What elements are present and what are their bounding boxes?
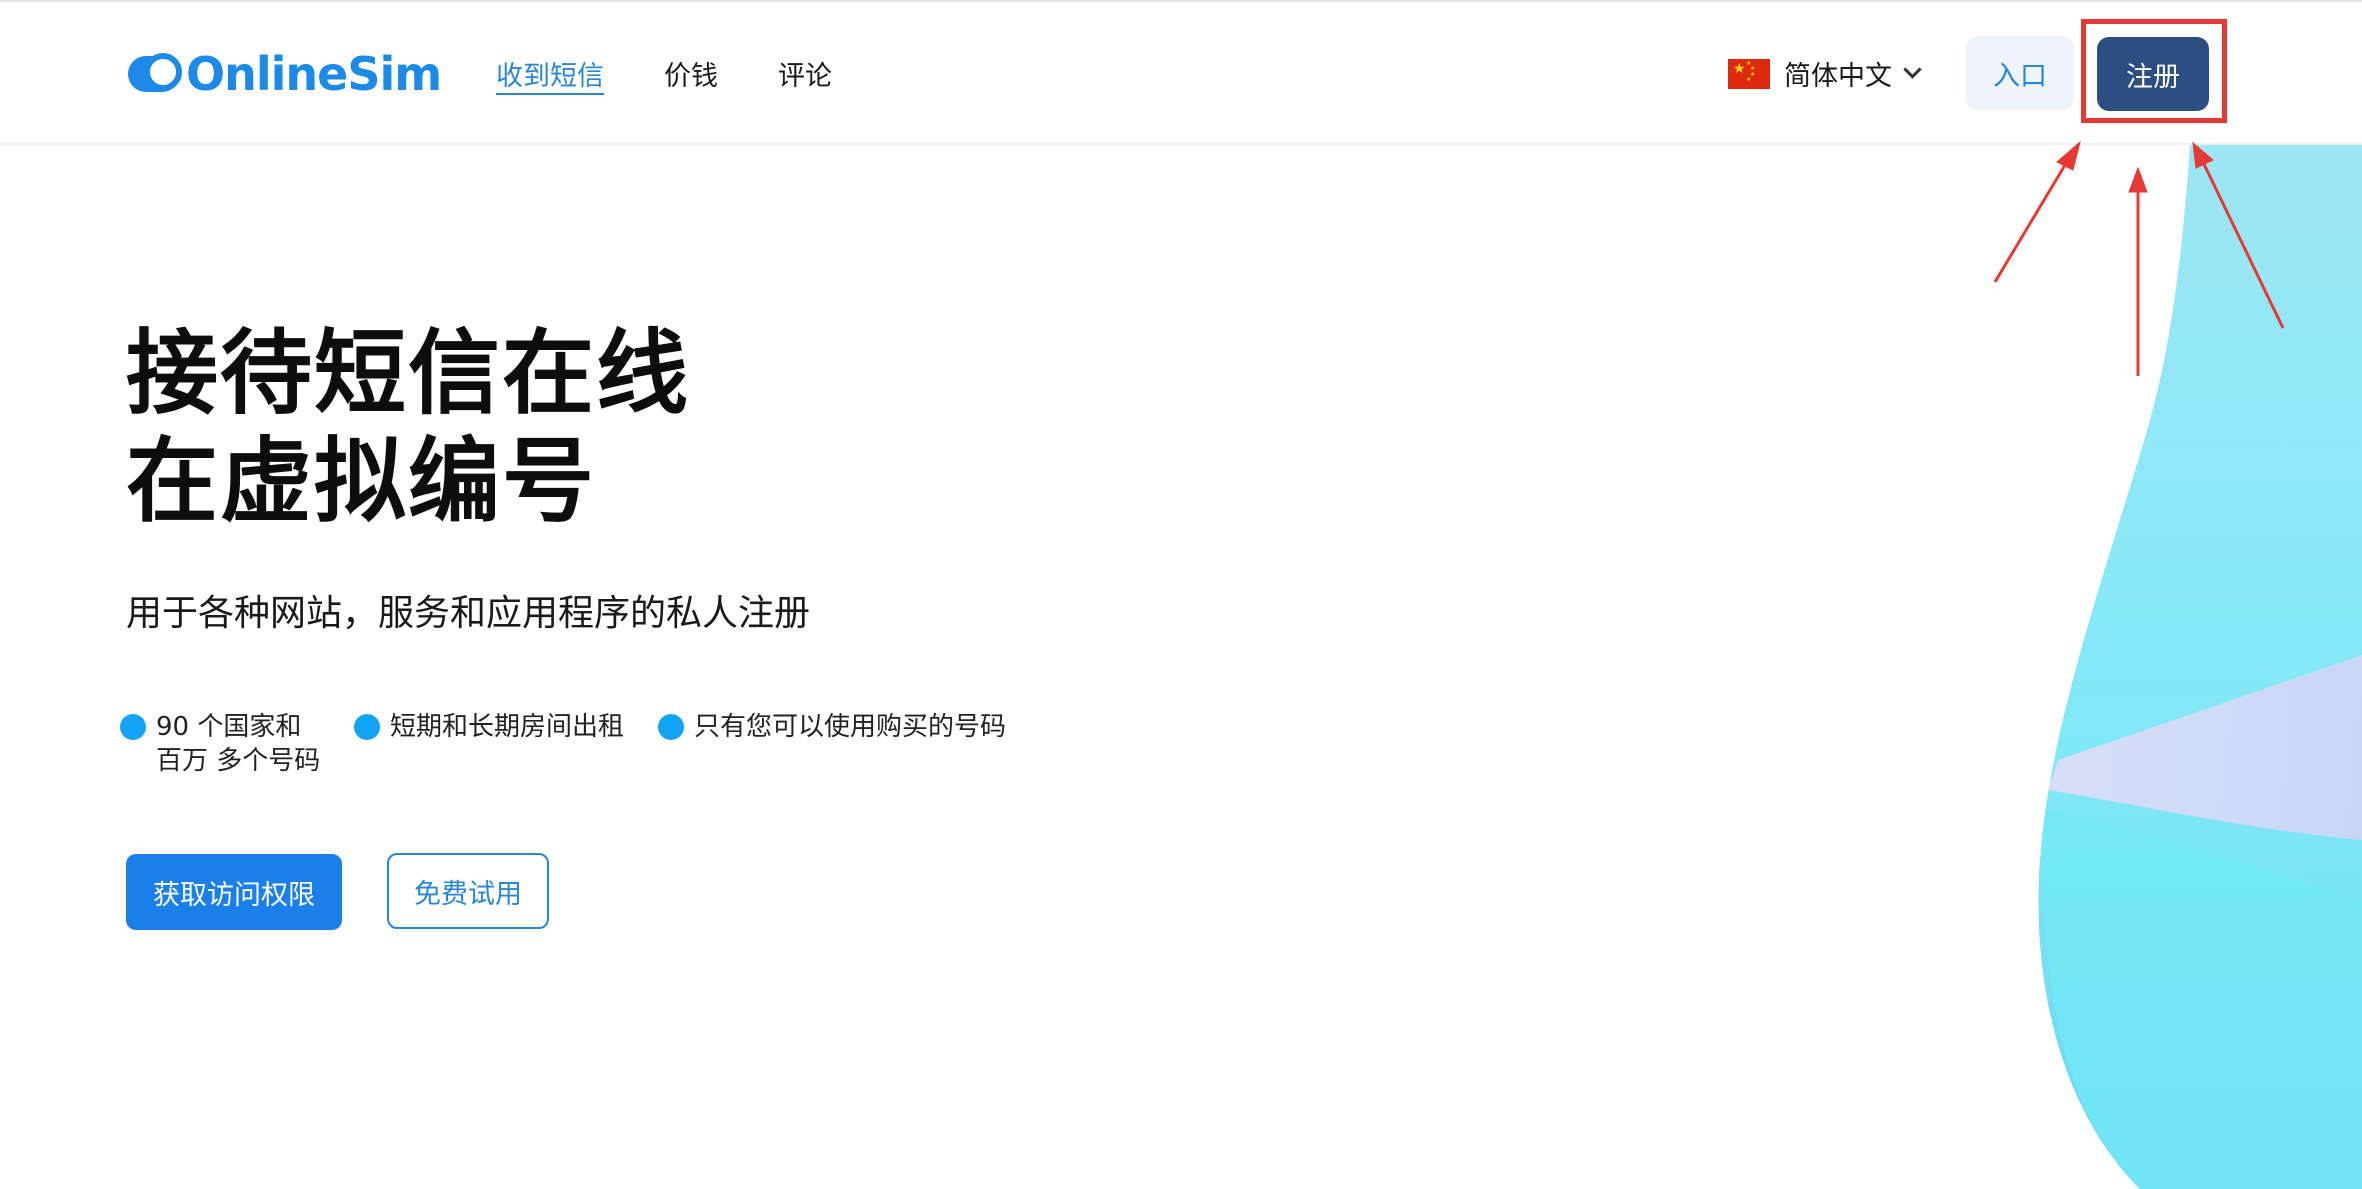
- cn-flag-icon: ★ ★ ★ ★ ★: [1728, 58, 1770, 89]
- hero-subtitle: 用于各种网站，服务和应用程序的私人注册: [126, 593, 811, 634]
- feature-text: 百万 多个号码: [156, 746, 321, 776]
- feature-item: 90 个国家和 百万 多个号码: [120, 710, 334, 778]
- nav-receive-sms[interactable]: 收到短信: [496, 54, 604, 93]
- chevron-down-icon: [1903, 60, 1922, 79]
- language-label: 简体中文: [1784, 61, 1892, 92]
- feature-item: 只有您可以使用购买的号码: [658, 710, 1006, 778]
- get-access-button[interactable]: 获取访问权限: [126, 854, 342, 930]
- hero-title-line-1: 接待短信在线: [126, 320, 691, 427]
- login-button[interactable]: 入口: [1966, 36, 2074, 110]
- bullet-dot-icon: [658, 714, 685, 740]
- feature-item: 短期和长期房间出租: [354, 710, 624, 778]
- hero-title-line-2: 在虚拟编号: [126, 428, 597, 535]
- register-button[interactable]: 注册: [2097, 37, 2209, 111]
- site-header: OnlineSim 收到短信 价钱 评论 ★ ★ ★ ★ ★ 简体中文 入口 注…: [0, 2, 2362, 145]
- nav-reviews[interactable]: 评论: [778, 54, 832, 93]
- feature-text: 只有您可以使用购买的号码: [694, 712, 1007, 742]
- free-trial-button[interactable]: 免费试用: [387, 853, 549, 929]
- nav-pricing[interactable]: 价钱: [664, 54, 718, 93]
- main-nav: 收到短信 价钱 评论: [496, 54, 832, 93]
- feature-text: 短期和长期房间出租: [390, 712, 625, 742]
- feature-text: 90 个国家和: [156, 712, 302, 742]
- hero-title: 接待短信在线 在虚拟编号: [126, 320, 690, 536]
- bullet-dot-icon: [354, 714, 380, 740]
- feature-list: 90 个国家和 百万 多个号码 短期和长期房间出租 只有您可以使用购买的号码: [120, 710, 1006, 778]
- bullet-dot-icon: [120, 714, 146, 740]
- language-selector[interactable]: ★ ★ ★ ★ ★ 简体中文: [1728, 54, 1922, 93]
- onlinesim-logo[interactable]: OnlineSim: [128, 46, 442, 102]
- toggle-logo-icon: [128, 53, 182, 92]
- logo-text: OnlineSim: [186, 47, 442, 101]
